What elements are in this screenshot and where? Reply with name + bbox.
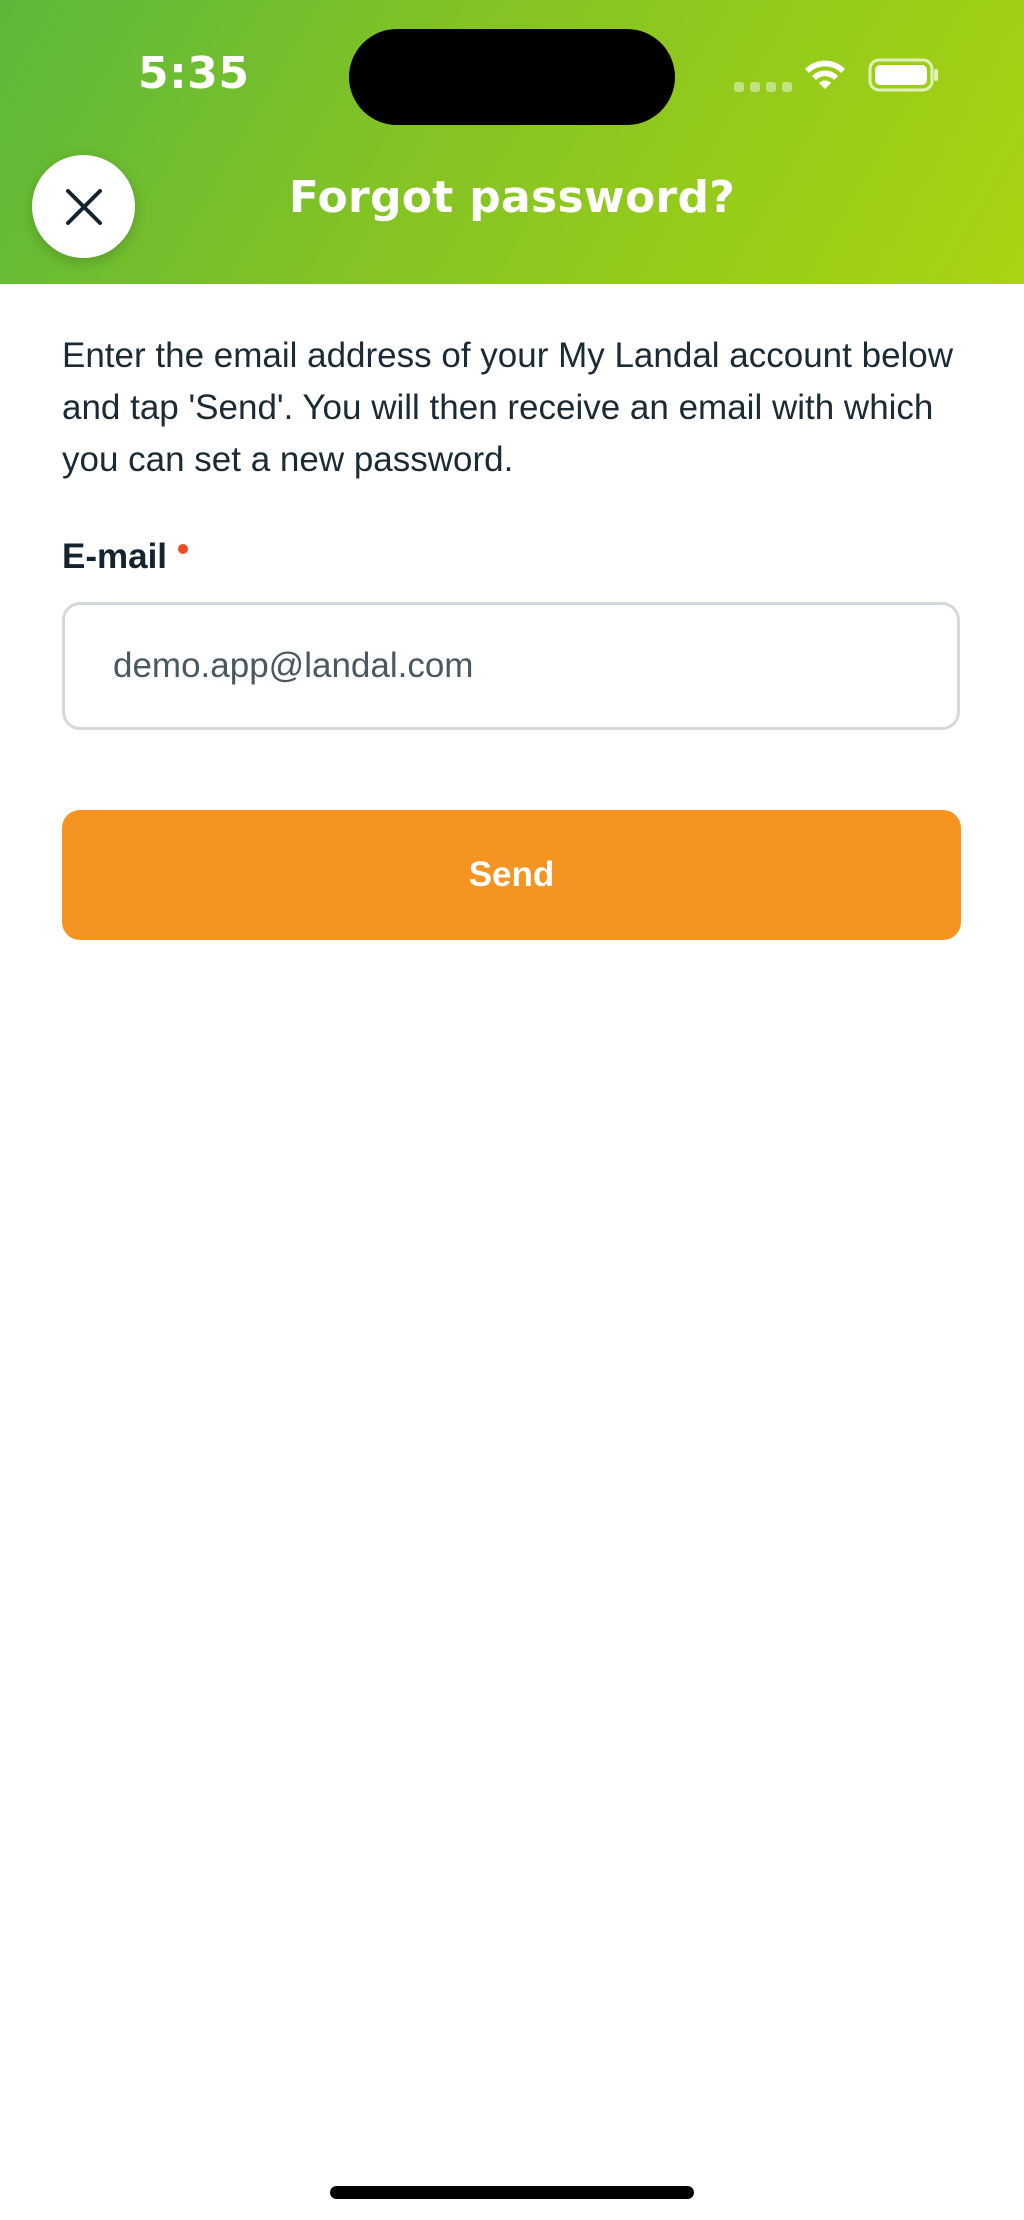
- header-bar: 5:35 Forgot password?: [0, 0, 1024, 284]
- page-title: Forgot password?: [288, 172, 736, 223]
- instruction-text: Enter the email address of your My Landa…: [62, 336, 954, 479]
- status-time: 5:35: [138, 48, 250, 99]
- wifi-icon: [805, 60, 845, 89]
- home-indicator[interactable]: [330, 2186, 694, 2199]
- cellular-signal-icon: [734, 82, 792, 92]
- required-indicator: [178, 544, 188, 554]
- send-button[interactable]: Send: [62, 810, 961, 940]
- email-label: E-mail: [62, 537, 168, 576]
- dynamic-island: [349, 29, 675, 125]
- battery-icon: [868, 58, 938, 92]
- email-field[interactable]: [62, 602, 960, 730]
